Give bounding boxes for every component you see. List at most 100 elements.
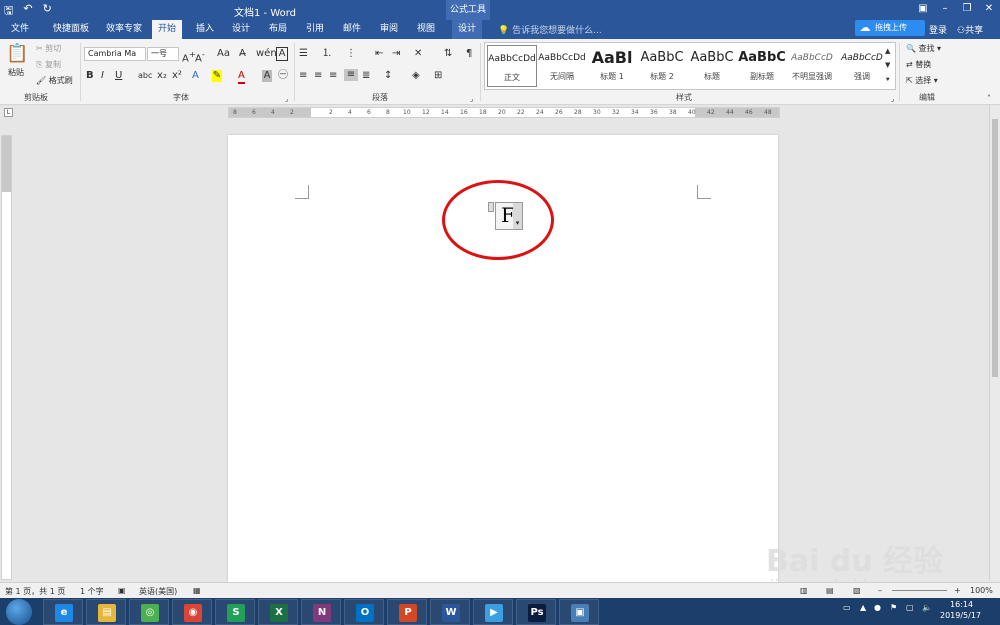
- tab-efficiency[interactable]: 效率专家: [100, 20, 148, 39]
- start-button[interactable]: [6, 599, 32, 625]
- underline-icon[interactable]: U: [115, 70, 122, 82]
- network-icon[interactable]: ▭: [843, 603, 851, 612]
- print-layout-icon[interactable]: ▤: [826, 586, 834, 595]
- shading-icon[interactable]: ◈: [412, 70, 420, 82]
- tab-quick-panel[interactable]: 快捷面板: [47, 20, 95, 39]
- tab-references[interactable]: 引用: [300, 20, 330, 39]
- taskbar-app-word[interactable]: W: [430, 599, 470, 625]
- clock-time[interactable]: 16:14: [950, 600, 973, 609]
- chinese-layout-icon[interactable]: ✕: [414, 48, 422, 60]
- tab-insert[interactable]: 插入: [190, 20, 220, 39]
- line-spacing-icon[interactable]: ↕: [384, 70, 392, 82]
- zoom-in-icon[interactable]: +: [954, 586, 961, 595]
- zoom-out-icon[interactable]: –: [878, 586, 882, 595]
- tab-design[interactable]: 设计: [226, 20, 256, 39]
- upload-button[interactable]: ☁ 拖拽上传: [855, 20, 925, 36]
- strikethrough-icon[interactable]: abc: [138, 70, 152, 82]
- paragraph-dialog-launcher-icon[interactable]: ⌟: [470, 93, 473, 105]
- horizontal-ruler[interactable]: 8 6 4 2 2 4 6 8 10 12 14 16 18 20 22 24 …: [228, 107, 780, 118]
- taskbar-app-browser-360[interactable]: ◎: [129, 599, 169, 625]
- style-heading-1[interactable]: AaBl 标题 1: [587, 45, 637, 87]
- style-no-spacing[interactable]: AaBbCcDd 无间隔: [537, 45, 587, 87]
- font-dialog-launcher-icon[interactable]: ⌟: [285, 93, 288, 105]
- taskbar-app-explorer[interactable]: ▤: [86, 599, 126, 625]
- restore-icon[interactable]: ❐: [956, 0, 978, 20]
- style-heading-2[interactable]: AaBbC 标题 2: [637, 45, 687, 87]
- paste-button[interactable]: 粘贴: [8, 67, 24, 78]
- ribbon-display-icon[interactable]: ▣: [912, 0, 934, 20]
- taskbar-app-photoshop[interactable]: Ps: [516, 599, 556, 625]
- decrease-indent-icon[interactable]: ⇤: [375, 48, 383, 60]
- shrink-font-icon[interactable]: A-: [195, 48, 205, 65]
- tab-review[interactable]: 审阅: [374, 20, 404, 39]
- redo-icon[interactable]: ↻: [43, 2, 52, 21]
- read-mode-icon[interactable]: ▥: [800, 586, 808, 595]
- wechat-icon[interactable]: ●: [874, 603, 881, 612]
- flag-icon[interactable]: ⚑: [890, 603, 897, 612]
- tab-selector-button[interactable]: L: [4, 108, 13, 117]
- clear-format-icon[interactable]: A̶: [239, 48, 246, 60]
- word-count[interactable]: 1 个字: [80, 586, 104, 597]
- select-button[interactable]: ⇱ 选择 ▾: [906, 75, 938, 86]
- borders-icon[interactable]: ⊞: [434, 70, 442, 82]
- align-center-icon[interactable]: ≡: [314, 70, 322, 82]
- vertical-scrollbar[interactable]: [989, 105, 1000, 580]
- volume-icon[interactable]: 🔈: [922, 603, 932, 612]
- text-effects-icon[interactable]: A: [192, 70, 199, 82]
- sort-icon[interactable]: ⇅: [444, 48, 452, 60]
- taskbar-app-wps-sheets[interactable]: S: [215, 599, 255, 625]
- taskbar-app-outlook[interactable]: O: [344, 599, 384, 625]
- font-color-icon[interactable]: A: [238, 70, 245, 84]
- gallery-down-icon[interactable]: ▼: [885, 59, 890, 71]
- tab-home[interactable]: 开始: [152, 20, 183, 39]
- save-icon[interactable]: 🖫: [4, 2, 13, 21]
- enclose-char-icon[interactable]: ㊀: [278, 70, 288, 82]
- italic-icon[interactable]: I: [101, 70, 104, 82]
- multilevel-list-icon[interactable]: ⋮: [346, 48, 356, 60]
- font-name-select[interactable]: Cambria Ma: [84, 47, 146, 61]
- copy-button[interactable]: ⎘ 复制: [36, 59, 61, 70]
- highlight-icon[interactable]: ✎: [212, 70, 222, 82]
- style-subtle-emphasis[interactable]: AaBbCcD 不明显强调: [787, 45, 837, 87]
- replace-button[interactable]: ⇄ 替换: [906, 59, 931, 70]
- align-left-icon[interactable]: ≡: [299, 70, 307, 82]
- share-button[interactable]: ⚇共享: [957, 23, 983, 36]
- superscript-icon[interactable]: x²: [172, 70, 182, 82]
- show-marks-icon[interactable]: ¶: [466, 48, 472, 60]
- tab-equation-design[interactable]: 设计: [452, 20, 483, 39]
- font-size-select[interactable]: 一号: [147, 47, 179, 61]
- login-link[interactable]: 登录: [929, 23, 947, 36]
- tab-mailings[interactable]: 邮件: [337, 20, 367, 39]
- taskbar-app-powerpoint[interactable]: P: [387, 599, 427, 625]
- tab-view[interactable]: 视图: [411, 20, 441, 39]
- undo-icon[interactable]: ↶: [23, 2, 32, 21]
- taskbar-app-chrome[interactable]: ◉: [172, 599, 212, 625]
- collapse-ribbon-icon[interactable]: ˄: [987, 93, 991, 105]
- gallery-up-icon[interactable]: ▲: [885, 45, 890, 57]
- clock-date[interactable]: 2019/5/17: [940, 611, 981, 620]
- paste-icon[interactable]: 📋: [6, 43, 28, 65]
- bullets-icon[interactable]: ☰: [299, 48, 308, 60]
- taskbar-app-window-app[interactable]: ▣: [559, 599, 599, 625]
- increase-indent-icon[interactable]: ⇥: [392, 48, 400, 60]
- style-normal[interactable]: AaBbCcDd 正文: [487, 45, 537, 87]
- numbering-icon[interactable]: ⒈: [322, 48, 332, 60]
- macro-icon[interactable]: ▦: [193, 586, 201, 595]
- tab-layout[interactable]: 布局: [263, 20, 293, 39]
- cut-button[interactable]: ✂ 剪切: [36, 43, 61, 54]
- styles-dialog-launcher-icon[interactable]: ⌟: [891, 93, 894, 105]
- tab-file[interactable]: 文件: [5, 20, 35, 39]
- page-count[interactable]: 第 1 页，共 1 页: [5, 586, 65, 597]
- tray-arrow-icon[interactable]: ▲: [860, 603, 866, 612]
- char-border-icon[interactable]: A: [276, 47, 288, 61]
- find-button[interactable]: 🔍 查找 ▾: [906, 43, 941, 54]
- language-indicator[interactable]: 英语(美国): [139, 586, 177, 597]
- zoom-level[interactable]: 100%: [970, 586, 993, 595]
- vertical-ruler[interactable]: [1, 135, 12, 580]
- align-right-icon[interactable]: ≡: [329, 70, 337, 82]
- phonetic-icon[interactable]: wén: [256, 48, 277, 60]
- zoom-slider[interactable]: [892, 590, 947, 591]
- gallery-more-icon[interactable]: ⯆: [885, 74, 891, 86]
- style-emphasis[interactable]: AaBbCcD 强调: [837, 45, 887, 87]
- format-painter-button[interactable]: 🖌 格式刷: [36, 75, 73, 86]
